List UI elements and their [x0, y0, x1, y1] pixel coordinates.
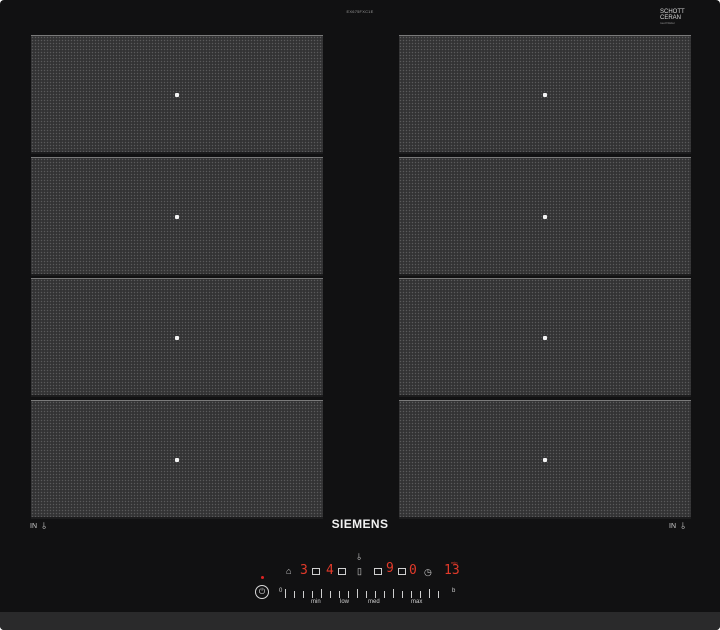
- zone-center-marker: [543, 336, 547, 340]
- zone-divider: [31, 152, 323, 154]
- zone-mode-icon[interactable]: [398, 567, 406, 577]
- slider-tick: [366, 591, 367, 598]
- model-number: EX675FXC1E: [346, 9, 374, 14]
- zone-divider: [399, 274, 691, 276]
- cooking-zone-right-1[interactable]: [399, 35, 691, 154]
- slider-label-med: med: [368, 599, 380, 605]
- zone-divider: [31, 274, 323, 276]
- zone-right-power-display-b: 0: [409, 563, 417, 578]
- slider-tick: [420, 591, 421, 598]
- zone-center-marker: [175, 93, 179, 97]
- badge-line-3: touchSlider: [660, 21, 676, 25]
- cooking-zone-left-1[interactable]: [31, 35, 323, 154]
- zone-mode-icon[interactable]: [338, 567, 346, 577]
- slider-tick: [312, 591, 313, 598]
- zone-mode-icon[interactable]: [312, 567, 320, 577]
- zone-divider: [399, 395, 691, 397]
- slider-label-max: max: [411, 599, 423, 605]
- flex-zone-icon[interactable]: ▯: [357, 566, 362, 576]
- slider-tick: [303, 591, 304, 598]
- zone-divider: [399, 152, 691, 154]
- cooking-zone-right-3[interactable]: [399, 278, 691, 397]
- zone-left-power-display: 3: [300, 563, 308, 578]
- timer-display: 13: [444, 563, 460, 578]
- slider-tick: [429, 589, 430, 598]
- zone-center-power-display: 4: [326, 563, 334, 578]
- zone-center-marker: [175, 336, 179, 340]
- pan-detect-icon[interactable]: ⫰: [357, 552, 361, 562]
- slider-tick: [339, 591, 340, 598]
- zone-mode-icon[interactable]: [374, 567, 382, 577]
- zone-center-marker: [175, 215, 179, 219]
- slider-tick: [438, 591, 439, 598]
- zone-divider: [31, 395, 323, 397]
- cooking-zone-left-2[interactable]: [31, 157, 323, 276]
- slider-tick: [330, 591, 331, 598]
- slider-boost-label: b: [452, 588, 456, 594]
- cooking-zone-right-2[interactable]: [399, 157, 691, 276]
- zone-select-icon[interactable]: ⌂: [286, 566, 291, 576]
- brand-logo: SIEMENS: [331, 517, 389, 531]
- power-indicator-led: [261, 576, 264, 579]
- slider-tick: [285, 589, 286, 598]
- cooking-zone-left-3[interactable]: [31, 278, 323, 397]
- clock-icon[interactable]: ◷: [424, 567, 432, 577]
- zone-center-marker: [543, 458, 547, 462]
- zone-center-marker: [175, 458, 179, 462]
- slider-tick: [321, 589, 322, 598]
- cooktop-glass: EX675FXC1E SCHOTT CERAN touchSlider IN ⫰…: [0, 0, 720, 630]
- slider-tick: [375, 591, 376, 598]
- slider-tick: [411, 591, 412, 598]
- zone-center-marker: [543, 215, 547, 219]
- cooking-zone-right-4[interactable]: [399, 400, 691, 519]
- cooking-zone-left-4[interactable]: [31, 400, 323, 519]
- schott-ceran-badge: SCHOTT CERAN touchSlider: [660, 9, 694, 25]
- power-icon: ⏻: [258, 587, 266, 596]
- power-button[interactable]: ⏻: [255, 585, 269, 599]
- power-slider[interactable]: [285, 586, 443, 598]
- slider-tick: [348, 591, 349, 598]
- slider-label-low: low: [340, 599, 350, 605]
- slider-tick: [402, 591, 403, 598]
- slider-tick: [357, 589, 358, 598]
- cooktop-frame: [0, 612, 720, 630]
- slider-tick: [384, 591, 385, 598]
- slider-tick: [294, 591, 295, 598]
- slider-zero-label: 0: [279, 588, 283, 594]
- slider-tick: [393, 589, 394, 598]
- slider-label-min: min: [311, 599, 321, 605]
- zone-right-power-display-a: 9: [386, 561, 394, 576]
- zone-center-marker: [543, 93, 547, 97]
